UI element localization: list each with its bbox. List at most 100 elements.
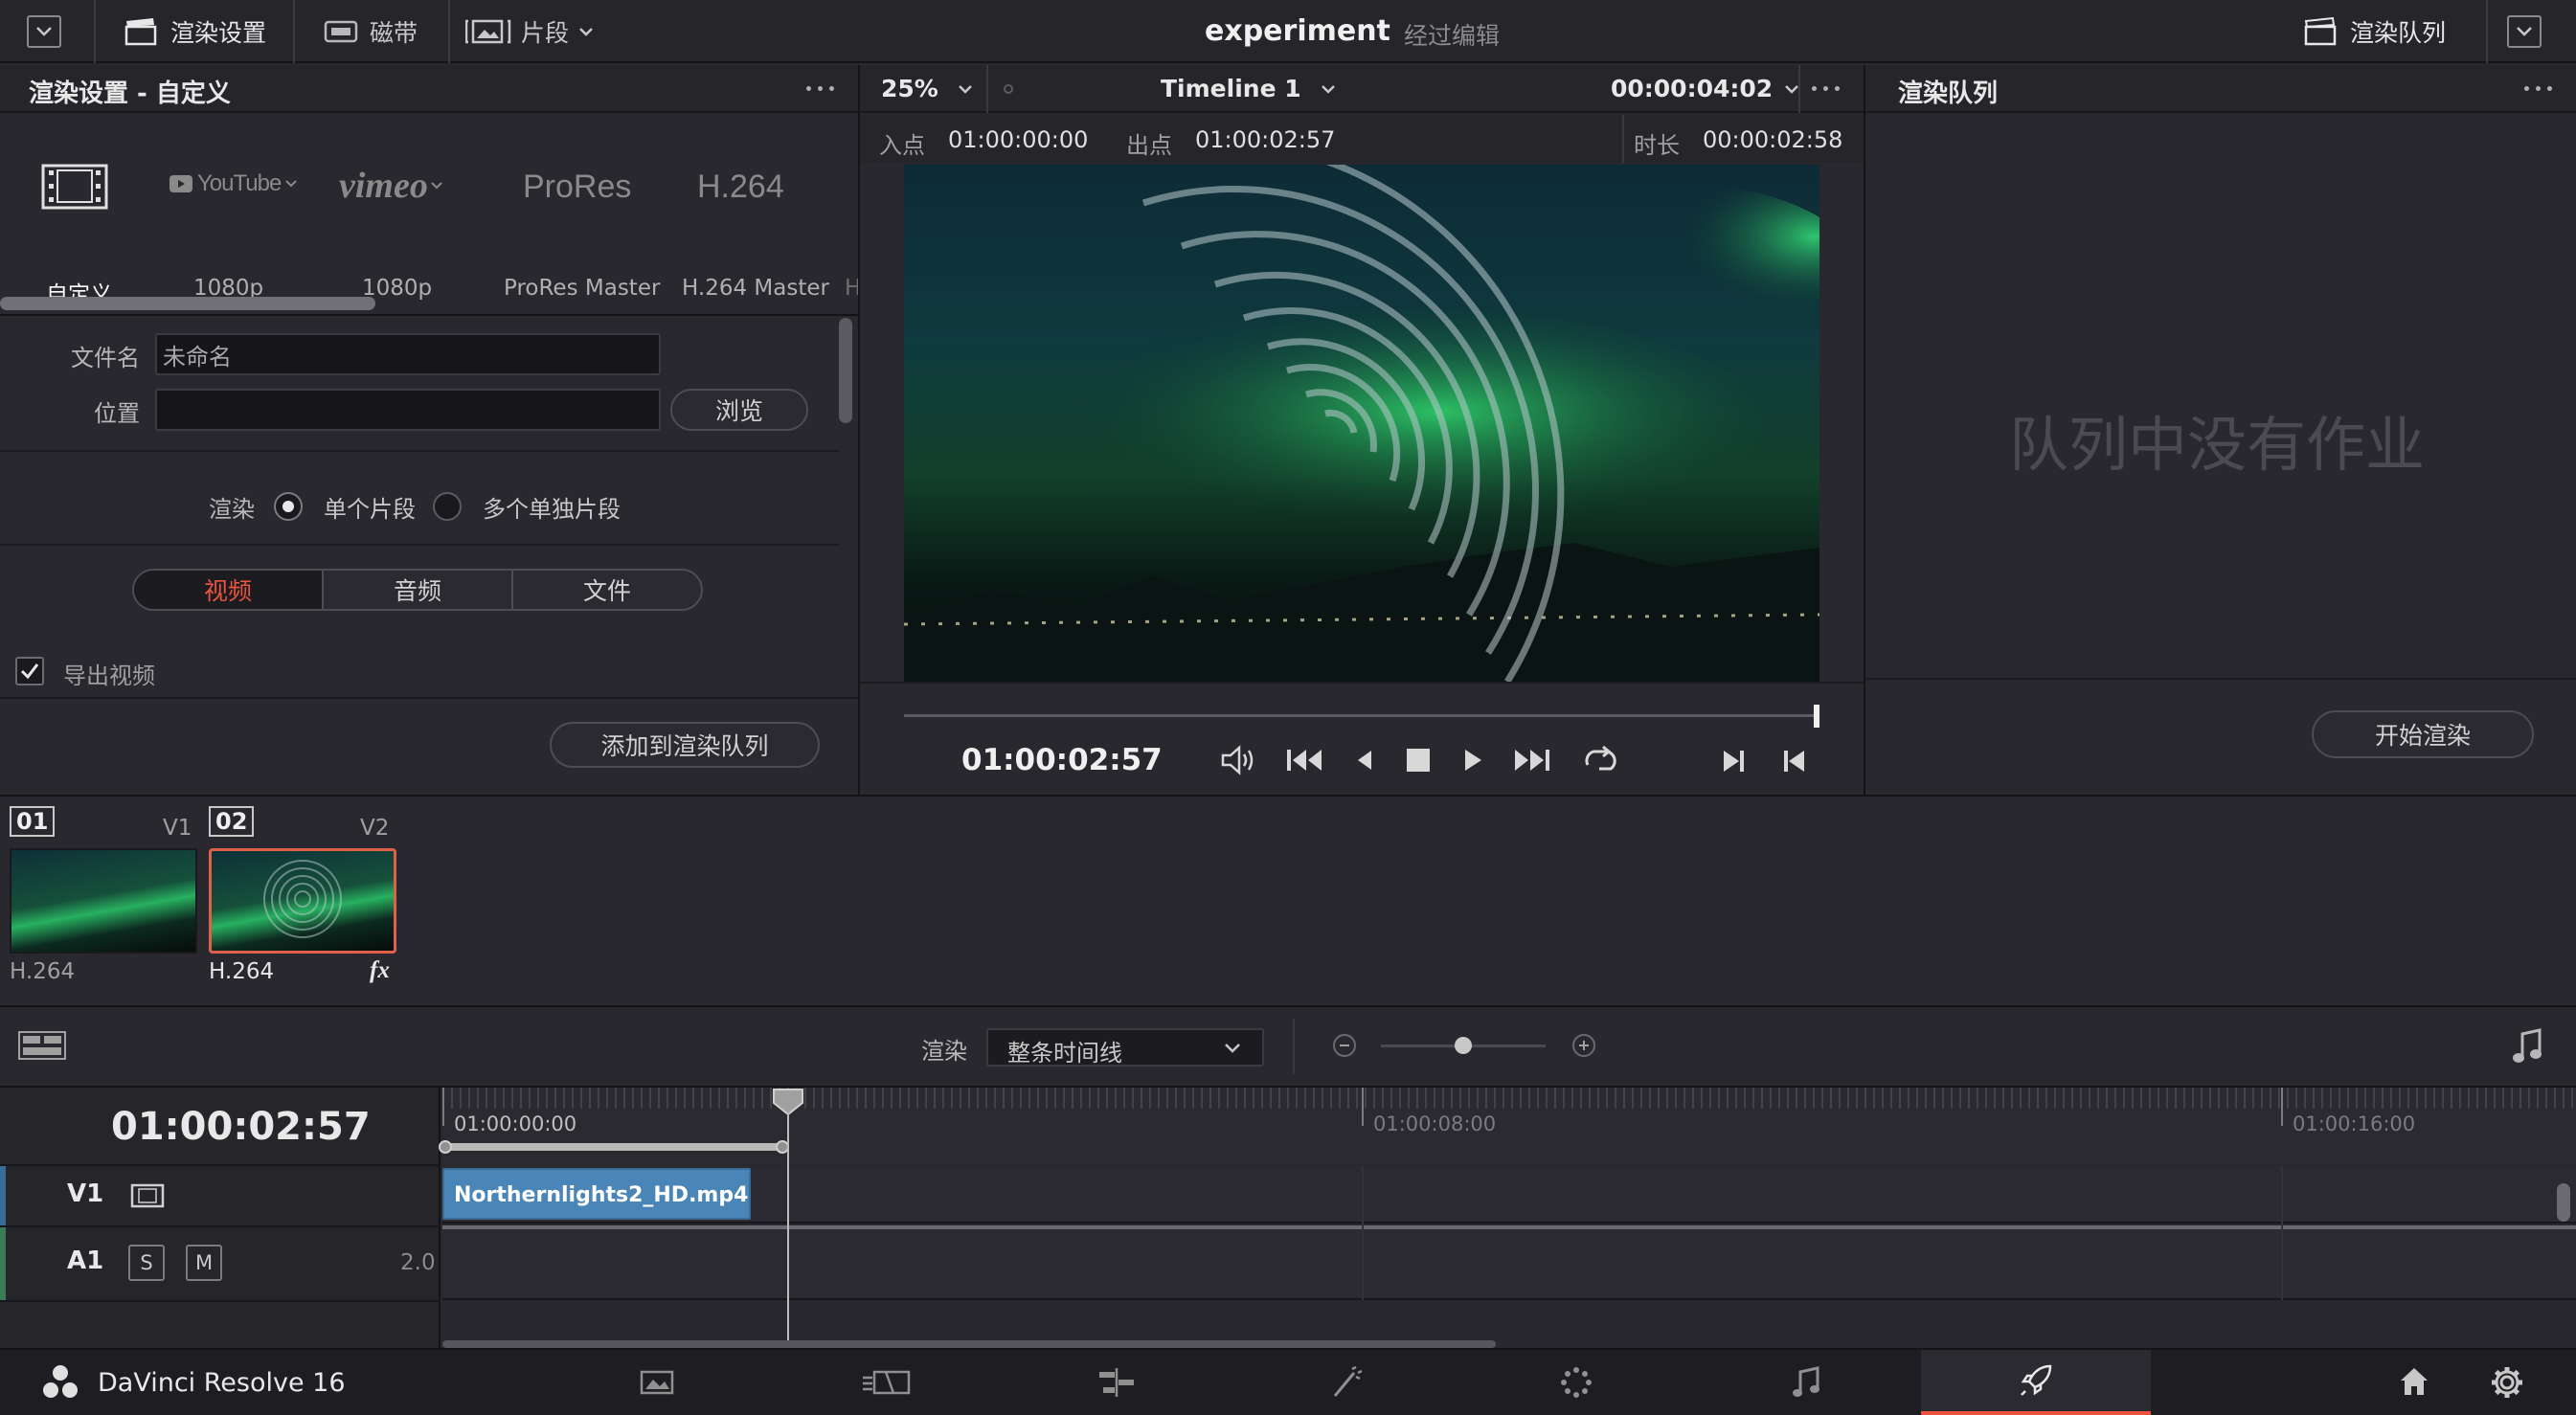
gear-icon[interactable] — [2490, 1365, 2524, 1400]
out-value: 01:00:02:57 — [1195, 126, 1336, 153]
body-scrollbar[interactable] — [839, 318, 852, 423]
more-options-icon[interactable] — [806, 86, 834, 91]
location-field[interactable] — [155, 389, 661, 431]
project-state: 经过编辑 — [1404, 22, 1501, 50]
page-fusion[interactable] — [1232, 1350, 1461, 1415]
track-header-v1[interactable]: V1 — [0, 1166, 441, 1225]
timeline-view-options-icon[interactable] — [17, 1030, 67, 1061]
scrubber-handle[interactable] — [1814, 705, 1819, 728]
preset-scrollbar-thumb[interactable] — [0, 297, 375, 310]
playhead[interactable] — [772, 1088, 803, 1348]
track-headers: 01:00:02:57 V1 A1 S M 2.0 — [0, 1088, 441, 1348]
fusion-icon — [1333, 1365, 1363, 1397]
render-queue-label: 渲染队列 — [2350, 19, 2447, 47]
chevron-down-icon — [1225, 1044, 1240, 1053]
tab-audio[interactable]: 音频 — [324, 571, 513, 609]
step-back-icon[interactable] — [1352, 747, 1375, 774]
fairlight-icon — [1793, 1366, 1819, 1397]
video-track-icon[interactable] — [130, 1183, 165, 1208]
preset-custom[interactable]: 自定义 — [19, 153, 134, 307]
audio-channels: 2.0 — [400, 1250, 436, 1275]
track-name: A1 — [67, 1247, 104, 1275]
zoom-in-button[interactable] — [1572, 1034, 1595, 1057]
current-timecode: 01:00:02:57 — [961, 743, 1163, 777]
volume-icon[interactable] — [1220, 745, 1256, 775]
start-render-label: 开始渲染 — [2374, 722, 2471, 750]
zoom-slider-knob[interactable] — [1455, 1037, 1472, 1054]
clip-thumbnail[interactable]: 01 V1 H.264 — [10, 806, 197, 988]
page-media[interactable] — [542, 1350, 772, 1415]
tab-video[interactable]: 视频 — [134, 571, 324, 609]
page-fairlight[interactable] — [1691, 1350, 1921, 1415]
chevron-down-icon — [431, 182, 442, 190]
home-icon[interactable] — [2398, 1365, 2430, 1398]
render-settings-toggle[interactable]: 渲染设置 — [124, 13, 266, 50]
preset-youtube[interactable]: YouTube 1080p — [161, 153, 305, 306]
collapse-left-button[interactable] — [27, 15, 61, 48]
track-lane-a1 — [442, 1229, 2576, 1300]
timecode-dropdown[interactable]: 00:00:04:02 — [1611, 75, 1799, 102]
browse-button[interactable]: 浏览 — [670, 389, 808, 431]
clips-toggle[interactable]: 片段 — [465, 13, 594, 50]
timeline-ruler[interactable]: 01:00:00:00 01:00:08:00 01:00:16:00 — [439, 1088, 2576, 1164]
viewer-scrubber[interactable] — [904, 705, 1819, 728]
play-icon[interactable] — [1461, 747, 1484, 774]
color-icon — [1561, 1367, 1592, 1398]
clip-thumbnail-selected[interactable]: 02 V2 H.264 fx — [209, 806, 396, 988]
render-range-bar[interactable] — [439, 1140, 789, 1154]
previous-clip-icon[interactable] — [1781, 748, 1808, 775]
multiple-clips-label: 多个单独片段 — [483, 496, 621, 523]
timeline-hscrollbar[interactable] — [442, 1340, 1496, 1348]
queue-empty-text: 队列中没有作业 — [2009, 410, 2426, 480]
zoom-out-button[interactable] — [1333, 1034, 1356, 1057]
loop-icon[interactable] — [1580, 746, 1618, 775]
stop-icon[interactable] — [1404, 747, 1433, 774]
zoom-slider[interactable] — [1381, 1037, 1546, 1054]
render-range-dropdown[interactable]: 整条时间线 — [986, 1028, 1264, 1067]
preset-label: 1080p — [362, 276, 433, 301]
track-header-a1[interactable]: A1 S M 2.0 — [0, 1227, 441, 1300]
clips-icon — [465, 19, 511, 44]
timecode-total: 00:00:04:02 — [1611, 75, 1774, 102]
page-cut[interactable] — [772, 1350, 1002, 1415]
solo-button[interactable]: S — [128, 1245, 165, 1281]
multiple-clips-radio[interactable] — [433, 492, 462, 521]
timeline-selector[interactable]: Timeline 1 — [1161, 75, 1336, 102]
tape-toggle[interactable]: 磁带 — [324, 13, 418, 50]
minus-icon — [1340, 1044, 1349, 1046]
viewer-panel: 25% Timeline 1 00:00:04:02 入点 01:00:00:0… — [860, 65, 1864, 795]
preset-h264[interactable]: H.264 H.264 Master — [670, 153, 829, 306]
render-queue-toggle[interactable]: 渲染队列 — [2304, 13, 2446, 50]
app-branding: DaVinci Resolve 16 — [40, 1363, 346, 1402]
preset-prores[interactable]: ProRes ProRes Master — [502, 153, 660, 306]
single-clip-radio[interactable] — [274, 492, 303, 521]
timeline-clip[interactable]: Northernlights2_HD.mp4 — [442, 1168, 751, 1220]
filename-field[interactable]: 未命名 — [155, 333, 661, 375]
music-note-icon[interactable] — [2511, 1028, 2543, 1065]
next-clip-icon[interactable] — [1720, 748, 1747, 775]
settings-tabs: 视频 音频 文件 — [132, 569, 703, 611]
tab-audio-label: 音频 — [393, 577, 441, 605]
render-mode-label: 渲染 — [209, 496, 255, 523]
youtube-icon — [169, 175, 192, 192]
preset-more[interactable]: H — [843, 153, 858, 306]
page-deliver[interactable] — [1921, 1350, 2151, 1415]
queue-options-icon[interactable] — [2524, 86, 2552, 91]
timeline-name: Timeline 1 — [1161, 75, 1301, 102]
timeline-vscrollbar[interactable] — [2557, 1183, 2570, 1222]
deliver-icon — [2021, 1364, 2052, 1396]
go-to-start-icon[interactable] — [1285, 747, 1323, 774]
duration-label: 时长 — [1634, 132, 1680, 159]
tab-file[interactable]: 文件 — [513, 571, 701, 609]
page-edit[interactable] — [1002, 1350, 1232, 1415]
mute-button[interactable]: M — [186, 1245, 222, 1281]
start-render-button[interactable]: 开始渲染 — [2312, 710, 2534, 758]
add-to-queue-button[interactable]: 添加到渲染队列 — [550, 722, 820, 768]
zoom-dropdown[interactable]: 25% — [881, 75, 973, 102]
page-color[interactable] — [1461, 1350, 1691, 1415]
preset-vimeo[interactable]: vimeo 1080p — [331, 153, 475, 306]
export-video-checkbox[interactable] — [15, 657, 44, 685]
collapse-right-button[interactable] — [2507, 15, 2542, 48]
viewer-options-icon[interactable] — [1812, 86, 1840, 91]
go-to-end-icon[interactable] — [1513, 747, 1551, 774]
